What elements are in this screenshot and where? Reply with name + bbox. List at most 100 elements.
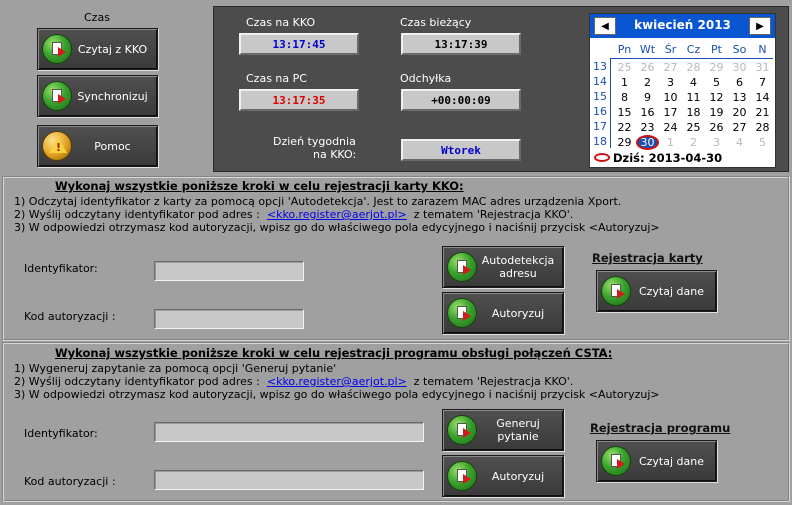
time-group-label: Czas xyxy=(84,11,110,24)
card-read-data-button[interactable]: Czytaj dane xyxy=(596,270,717,312)
sync-icon xyxy=(42,81,72,111)
weekday-header: Pn xyxy=(617,43,632,56)
calendar-day[interactable]: 2 xyxy=(682,135,705,150)
calendar-day[interactable]: 31 xyxy=(751,60,774,75)
read-from-kko-label: Czytaj z KKO xyxy=(77,42,148,56)
calendar-day[interactable]: 26 xyxy=(636,60,659,75)
calendar-day[interactable]: 5 xyxy=(705,75,728,90)
autodetect-label: Autodetekcja adresu xyxy=(481,254,555,280)
calendar-day[interactable]: 29 xyxy=(705,60,728,75)
calendar-day[interactable]: 17 xyxy=(659,105,682,120)
calendar-day[interactable]: 3 xyxy=(705,135,728,150)
calendar-day[interactable]: 25 xyxy=(613,60,636,75)
calendar-divider xyxy=(610,58,611,148)
calendar-day[interactable]: 22 xyxy=(613,120,636,135)
kko-step-1: 1) Odczytaj identyfikator z karty za pom… xyxy=(14,195,622,208)
csta-step-2-suffix: z tematem 'Rejestracja KKO'. xyxy=(413,375,574,388)
kko-code-label: Kod autoryzacji : xyxy=(24,310,116,323)
calendar-day[interactable]: 8 xyxy=(613,90,636,105)
calendar-day[interactable]: 11 xyxy=(682,90,705,105)
next-month-button[interactable]: ▶ xyxy=(749,17,771,35)
csta-step-2-text: 2) Wyślij odczytany identyfikator pod ad… xyxy=(14,375,260,388)
week-number: 14 xyxy=(593,75,607,88)
help-icon: ! xyxy=(42,131,72,161)
csta-email-link[interactable]: <kko.register@aerjot.pl> xyxy=(267,375,407,388)
authorize-icon xyxy=(447,461,477,491)
kko-code-input[interactable] xyxy=(154,309,304,329)
calendar-day[interactable]: 30 xyxy=(636,135,659,150)
current-time-value: 13:17:39 xyxy=(401,33,521,55)
kko-authorize-label: Autoryzuj xyxy=(491,306,545,320)
calendar-day[interactable]: 26 xyxy=(705,120,728,135)
calendar-day[interactable]: 28 xyxy=(751,120,774,135)
weekday-header: Wt xyxy=(639,43,656,56)
week-number: 17 xyxy=(593,120,607,133)
kko-id-input[interactable] xyxy=(154,261,304,281)
calendar-day[interactable]: 21 xyxy=(751,105,774,120)
csta-code-input[interactable] xyxy=(154,470,424,490)
csta-step-3: 3) W odpowiedzi otrzymasz kod autoryzacj… xyxy=(14,388,660,401)
program-read-data-button[interactable]: Czytaj dane xyxy=(596,440,717,482)
calendar-day[interactable]: 5 xyxy=(751,135,774,150)
calendar-day[interactable]: 4 xyxy=(682,75,705,90)
week-number: 13 xyxy=(593,60,607,73)
generate-request-label: Generuj pytanie xyxy=(496,417,540,443)
calendar-day[interactable]: 3 xyxy=(659,75,682,90)
calendar-day[interactable]: 1 xyxy=(659,135,682,150)
calendar-day[interactable]: 2 xyxy=(636,75,659,90)
program-registration-title: Rejestracja programu xyxy=(590,421,731,435)
calendar-day[interactable]: 10 xyxy=(659,90,682,105)
kko-time-value: 13:17:45 xyxy=(239,33,359,55)
kko-email-link[interactable]: <kko.register@aerjot.pl> xyxy=(267,208,407,221)
calendar-day[interactable]: 16 xyxy=(636,105,659,120)
calendar-day[interactable]: 27 xyxy=(728,120,751,135)
calendar-day[interactable]: 12 xyxy=(705,90,728,105)
calendar-day[interactable]: 25 xyxy=(682,120,705,135)
calendar-day[interactable]: 6 xyxy=(728,75,751,90)
weekday-header: N xyxy=(758,43,767,56)
autodetect-button[interactable]: Autodetekcja adresu xyxy=(442,246,564,288)
week-number: 18 xyxy=(593,135,607,148)
kko-id-label: Identyfikator: xyxy=(24,262,98,275)
help-label: Pomoc xyxy=(94,139,131,153)
calendar-day[interactable]: 27 xyxy=(659,60,682,75)
card-read-data-label: Czytaj dane xyxy=(638,284,705,298)
calendar-day[interactable]: 18 xyxy=(682,105,705,120)
synchronize-label: Synchronizuj xyxy=(77,89,148,103)
read-icon xyxy=(42,34,72,64)
calendar-day[interactable]: 14 xyxy=(751,90,774,105)
weekday-label-1: Dzień tygodnia xyxy=(273,135,356,148)
calendar-day[interactable]: 1 xyxy=(613,75,636,90)
read-data-icon xyxy=(601,276,631,306)
calendar-day[interactable]: 29 xyxy=(613,135,636,150)
calendar-day[interactable]: 19 xyxy=(705,105,728,120)
calendar-day[interactable]: 23 xyxy=(636,120,659,135)
kko-section-title: Wykonaj wszystkie poniższe kroki w celu … xyxy=(55,179,464,193)
csta-id-label: Identyfikator: xyxy=(24,427,98,440)
kko-authorize-button[interactable]: Autoryzuj xyxy=(442,292,564,334)
calendar-day[interactable]: 9 xyxy=(636,90,659,105)
kko-time-label: Czas na KKO xyxy=(246,16,316,29)
calendar-day[interactable]: 15 xyxy=(613,105,636,120)
csta-id-input[interactable] xyxy=(154,422,424,442)
calendar-day[interactable]: 7 xyxy=(751,75,774,90)
calendar-day[interactable]: 13 xyxy=(728,90,751,105)
autodetect-icon xyxy=(447,252,477,282)
csta-authorize-button[interactable]: Autoryzuj xyxy=(442,455,564,497)
read-from-kko-button[interactable]: Czytaj z KKO xyxy=(37,28,158,70)
calendar-day[interactable]: 28 xyxy=(682,60,705,75)
csta-step-1: 1) Wygeneruj zapytanie za pomocą opcji '… xyxy=(14,362,337,375)
calendar-day[interactable]: 24 xyxy=(659,120,682,135)
kko-step-2-text: 2) Wyślij odczytany identyfikator pod ad… xyxy=(14,208,260,221)
kko-step-2: 2) Wyślij odczytany identyfikator pod ad… xyxy=(14,208,573,221)
calendar-day[interactable]: 30 xyxy=(728,60,751,75)
calendar-day[interactable]: 20 xyxy=(728,105,751,120)
calendar-day[interactable]: 4 xyxy=(728,135,751,150)
help-button[interactable]: ! Pomoc xyxy=(37,125,158,167)
csta-step-2: 2) Wyślij odczytany identyfikator pod ad… xyxy=(14,375,573,388)
synchronize-button[interactable]: Synchronizuj xyxy=(37,75,158,117)
today-marker-icon xyxy=(594,153,610,162)
weekday-header: Cz xyxy=(686,43,701,56)
generate-request-button[interactable]: Generuj pytanie xyxy=(442,409,564,451)
today-label[interactable]: Dziś: 2013-04-30 xyxy=(613,151,722,165)
